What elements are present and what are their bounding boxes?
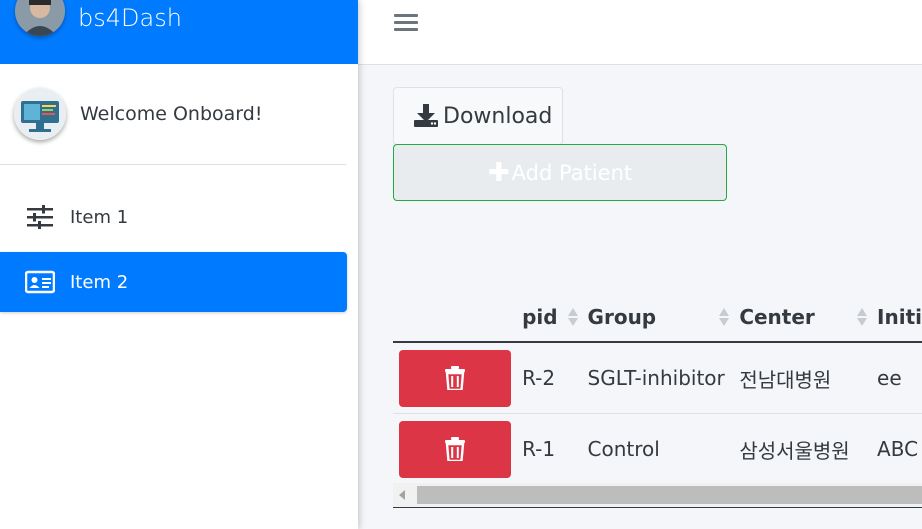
scroll-thumb[interactable] [417,486,922,504]
main-content: Download ✚ Add Patient pid Group Center [358,65,922,529]
delete-row-button[interactable] [399,349,511,407]
sidebar: bs4Dash Welcome Onboard! Item 1 Item 2 [0,0,358,529]
brand-logo [15,0,65,36]
top-navbar [358,0,922,65]
table-header-row: pid Group Center Initi [393,293,922,343]
download-icon [414,104,438,127]
patient-table: pid Group Center Initi R-2 SGLT-inhibito… [393,293,922,484]
brand-name: bs4Dash [78,4,182,32]
cell-center: 전남대병원 [739,341,878,414]
download-label: Download [443,103,553,129]
plus-icon: ✚ [487,157,510,188]
sidebar-nav: Item 1 Item 2 [0,165,358,312]
sort-icon [857,308,868,326]
cell-center: 삼성서울병원 [739,413,878,484]
add-patient-label: Add Patient [511,160,633,185]
user-panel: Welcome Onboard! [0,64,346,165]
trash-icon [445,437,465,461]
sort-icon [719,308,730,326]
column-header-initial[interactable]: Initi [877,293,922,343]
cell-pid: R-2 [522,341,588,414]
table-row: R-1 Control 삼성서울병원 ABC [393,413,922,484]
cell-initial: ee [877,341,922,414]
user-avatar [14,88,66,140]
horizontal-scrollbar[interactable] [393,483,922,508]
delete-row-button[interactable] [399,420,511,478]
add-patient-button[interactable]: ✚ Add Patient [393,144,727,201]
sort-icon [567,308,578,326]
download-button[interactable]: Download [393,87,563,145]
cell-group: SGLT-inhibitor [587,341,740,414]
column-header-actions [393,293,523,343]
id-card-icon [25,270,55,294]
column-header-center[interactable]: Center [739,293,878,343]
sidebar-item-label: Item 2 [70,271,129,293]
sliders-icon [25,205,55,229]
trash-icon [445,366,465,390]
scroll-left-arrow-icon[interactable] [399,490,405,500]
sidebar-item-item-1[interactable]: Item 1 [0,187,347,247]
sidebar-item-label: Item 1 [70,206,129,228]
menu-toggle-icon[interactable] [394,10,418,32]
brand-bar[interactable]: bs4Dash [0,0,358,64]
sidebar-item-item-2[interactable]: Item 2 [0,252,347,312]
cell-initial: ABC [877,413,922,484]
user-name: Welcome Onboard! [80,103,263,125]
column-header-group[interactable]: Group [587,293,740,343]
cell-pid: R-1 [522,413,588,484]
column-header-pid[interactable]: pid [522,293,588,343]
table-row: R-2 SGLT-inhibitor 전남대병원 ee [393,341,922,414]
cell-group: Control [587,413,740,484]
